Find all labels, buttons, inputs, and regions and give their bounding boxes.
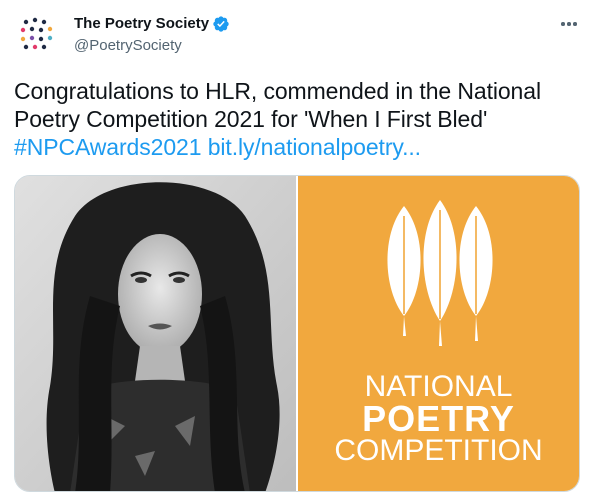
tweet-card[interactable]: The Poetry Society @PoetrySociety Congra… <box>0 0 594 502</box>
photo-npc-logo[interactable]: NATIONAL POETRY COMPETITION <box>298 176 579 491</box>
author-handle[interactable]: @PoetrySociety <box>74 36 182 56</box>
hashtag-link[interactable]: #NPCAwards2021 <box>14 134 202 160</box>
url-link[interactable]: bit.ly/nationalpoetry... <box>208 134 421 160</box>
verified-badge-icon <box>212 15 230 33</box>
npc-wordmark: NATIONAL POETRY COMPETITION <box>298 372 579 466</box>
display-name[interactable]: The Poetry Society <box>74 14 209 34</box>
npc-line-competition: COMPETITION <box>334 434 543 467</box>
media-grid[interactable]: NATIONAL POETRY COMPETITION <box>14 175 580 492</box>
avatar[interactable] <box>14 10 62 58</box>
more-options-icon[interactable] <box>558 14 580 34</box>
npc-line-poetry: POETRY <box>362 398 515 439</box>
tweet-body: Congratulations to HLR, commended in the… <box>14 78 541 132</box>
poetry-society-dots-logo <box>20 17 53 50</box>
portrait-image <box>15 176 296 491</box>
author-name-row: The Poetry Society <box>74 14 230 34</box>
photo-portrait[interactable] <box>15 176 296 491</box>
tweet-text: Congratulations to HLR, commended in the… <box>14 77 580 161</box>
feathers-icon <box>370 196 510 356</box>
